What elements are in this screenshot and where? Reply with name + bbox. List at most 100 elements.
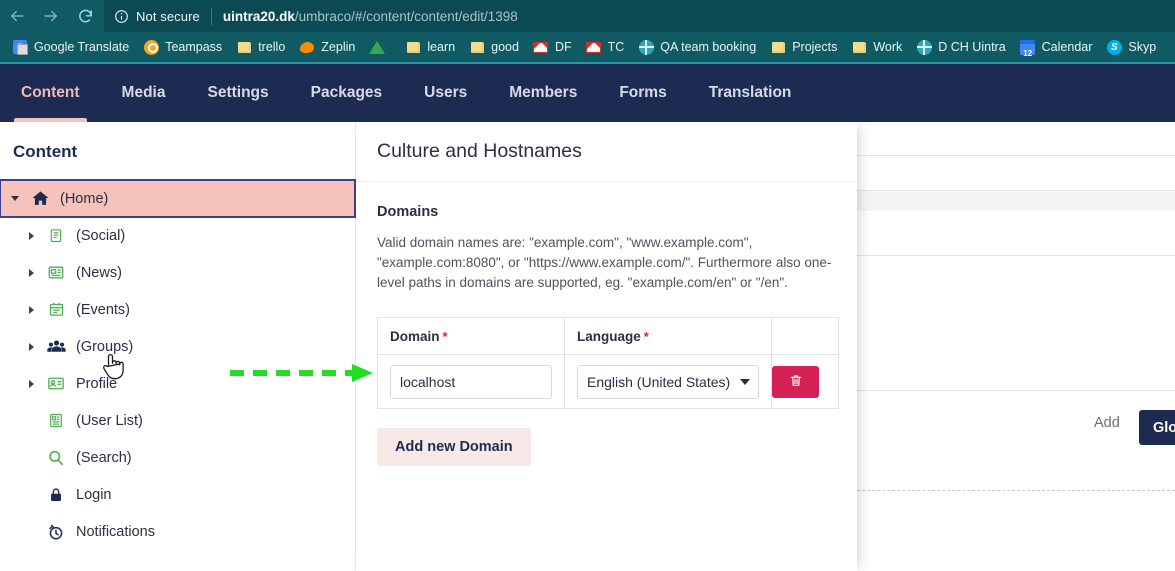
nav-tab-label: Users [424, 84, 468, 101]
bookmark-zeplin[interactable]: Zeplin [293, 36, 361, 58]
cell-language: English (United States) [564, 354, 772, 409]
bookmark-label: Google Translate [34, 40, 130, 54]
nav-tab-content[interactable]: Content [0, 63, 101, 123]
required-asterisk: * [442, 328, 448, 344]
url-path: /umbraco/#/content/content/edit/1398 [294, 8, 518, 24]
nav-tab-forms[interactable]: Forms [598, 63, 687, 123]
bookmark-teampass[interactable]: Teampass [137, 36, 228, 58]
tree-item-user-list[interactable]: (User List) [0, 402, 355, 439]
bookmark-google-drive[interactable] [363, 36, 397, 58]
bookmark-good[interactable]: good [463, 36, 525, 58]
domains-description: Valid domain names are: "example.com", "… [377, 235, 832, 290]
tree-header-title: Content [13, 142, 78, 161]
bookmark-label: D CH Uintra [938, 40, 1006, 54]
bookmark-calendar[interactable]: 12 Calendar [1014, 36, 1099, 58]
bookmark-tc[interactable]: TC [580, 36, 631, 58]
home-icon [26, 189, 54, 208]
bookmark-label: QA team booking [660, 40, 757, 54]
tree-item-notifications[interactable]: Notifications [0, 513, 355, 550]
zeplin-icon [299, 39, 316, 55]
gmail-icon [533, 39, 549, 55]
bookmark-label: trello [258, 40, 286, 54]
tree-item-label: (Search) [76, 449, 132, 466]
bookmark-google-translate[interactable]: G Google Translate [6, 36, 135, 58]
reload-icon[interactable] [68, 0, 102, 32]
overlay-body: Domains Valid domain names are: "example… [356, 182, 857, 466]
skype-icon: S [1106, 39, 1122, 55]
add-link[interactable]: Add [1094, 415, 1120, 431]
domains-table: Domain* Language* English (United States… [377, 317, 839, 409]
cell-actions [771, 354, 839, 409]
bookmark-label: good [491, 40, 519, 54]
nav-tab-media[interactable]: Media [101, 63, 187, 123]
tree-item-news[interactable]: (News) [0, 254, 355, 291]
bookmark-work[interactable]: Work [845, 36, 908, 58]
nav-tab-packages[interactable]: Packages [290, 63, 404, 123]
calendar-icon [42, 301, 70, 318]
news-icon [42, 264, 70, 281]
global-button[interactable]: Global [1139, 410, 1175, 445]
column-header-language: Language * [564, 317, 772, 355]
tree-item-label: (Home) [60, 190, 109, 207]
tree-item-label: (Groups) [76, 338, 134, 355]
bookmark-skype[interactable]: S Skyp [1100, 36, 1162, 58]
language-select[interactable]: English (United States) [577, 364, 759, 399]
forward-icon[interactable] [34, 0, 68, 32]
address-bar[interactable]: Not secure uintra20.dk/umbraco/#/content… [104, 0, 1175, 32]
nav-tab-label: Settings [207, 84, 269, 101]
page-title: Culture and Hostnames [377, 140, 582, 162]
nav-tab-label: Members [509, 84, 578, 101]
tree-item-profile[interactable]: Profile [0, 365, 355, 402]
tree-item-events[interactable]: (Events) [0, 291, 355, 328]
chevron-right-icon[interactable] [20, 379, 42, 388]
umbraco-main-nav: Content Media Settings Packages Users Me… [0, 62, 1175, 123]
chevron-down-icon[interactable] [740, 378, 750, 385]
omnibox-divider [210, 7, 212, 25]
tree-item-home[interactable]: (Home) [0, 179, 356, 218]
tree-item-label: Profile [76, 375, 118, 392]
overlay-header: Culture and Hostnames [356, 122, 857, 182]
calendar-icon: 12 [1020, 39, 1036, 58]
chevron-down-icon[interactable] [4, 196, 26, 201]
back-icon[interactable] [0, 0, 34, 32]
section-title-domains: Domains [377, 204, 439, 220]
tree-item-search[interactable]: (Search) [0, 439, 355, 476]
domain-input[interactable] [390, 364, 552, 399]
nav-tab-settings[interactable]: Settings [186, 63, 289, 123]
security-status-label: Not secure [136, 8, 200, 24]
column-header-actions [771, 317, 839, 355]
tree-item-label: (Social) [76, 227, 126, 244]
bookmark-label: Skyp [1128, 40, 1157, 54]
chevron-right-icon[interactable] [20, 305, 42, 314]
bookmark-learn[interactable]: learn [399, 36, 461, 58]
tree-item-social[interactable]: (Social) [0, 217, 355, 254]
bookmark-projects[interactable]: Projects [764, 36, 843, 58]
notepad-icon [42, 227, 70, 244]
bookmark-df[interactable]: DF [527, 36, 578, 58]
nav-tab-members[interactable]: Members [488, 63, 598, 123]
screen-root: Not secure uintra20.dk/umbraco/#/content… [0, 0, 1175, 571]
bookmark-qa-team-booking[interactable]: QA team booking [632, 36, 762, 58]
chevron-right-icon[interactable] [20, 231, 42, 240]
folder-icon [236, 39, 252, 55]
folder-icon [469, 39, 485, 55]
add-new-domain-button[interactable]: Add new Domain [377, 428, 531, 466]
nav-tab-translation[interactable]: Translation [688, 63, 813, 123]
tree-item-groups[interactable]: (Groups) [0, 328, 355, 365]
nav-tab-users[interactable]: Users [403, 63, 488, 123]
domains-table-head: Domain * Language * [377, 317, 839, 355]
people-icon [42, 339, 70, 355]
tree-item-login[interactable]: Login [0, 476, 355, 513]
required-asterisk: * [643, 328, 649, 344]
delete-domain-button[interactable] [772, 365, 819, 398]
bookmark-label: Teampass [165, 40, 223, 54]
chevron-right-icon[interactable] [20, 268, 42, 277]
bookmark-trello[interactable]: trello [230, 36, 291, 58]
alarm-clock-icon [42, 523, 70, 541]
chevron-right-icon[interactable] [20, 342, 42, 351]
tree-item-label: (News) [76, 264, 122, 281]
bookmark-d-ch-uintra[interactable]: D CH Uintra [910, 36, 1011, 58]
bookmark-label: DF [554, 40, 572, 54]
info-circle-icon[interactable] [114, 9, 129, 24]
bookmark-label: Work [873, 40, 903, 54]
